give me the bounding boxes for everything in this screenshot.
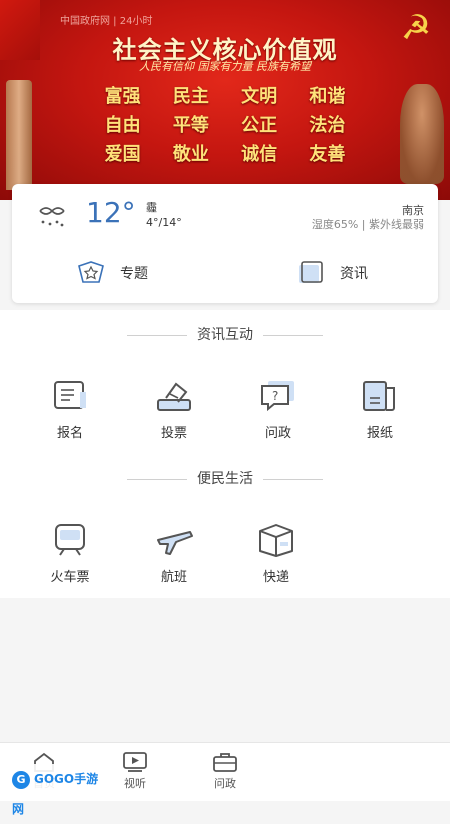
news-link[interactable]: 资讯 (296, 258, 368, 288)
package-box-icon (256, 520, 296, 560)
site-watermark: G GOGO手游网 (8, 764, 107, 816)
grid-label: 航班 (160, 570, 187, 585)
value-word: 自由 (104, 115, 141, 136)
temperature: 12° (86, 196, 136, 229)
airplane-icon (154, 520, 194, 560)
train-icon (50, 520, 90, 560)
value-word: 友善 (309, 144, 346, 165)
nav-label: 问政 (214, 777, 236, 790)
grid-label: 报纸 (366, 426, 393, 441)
values-row-1: 富强 民主 文明 和谐 (0, 82, 450, 108)
star-badge-icon (76, 260, 106, 286)
value-word: 法治 (309, 115, 346, 136)
weather-detail: 湿度65% | 紫外线最弱 (311, 218, 424, 231)
grid-item-flight[interactable]: 航班 (134, 520, 214, 585)
question-chat-icon: ? (258, 376, 298, 416)
divider (127, 334, 187, 336)
value-word: 富强 (104, 86, 141, 107)
grid-item-vote[interactable]: 投票 (134, 376, 214, 441)
value-word: 和谐 (309, 86, 346, 107)
weather-summary: 霾 4°/14° (146, 200, 182, 230)
divider (127, 478, 187, 480)
temperature-range: 4°/14° (146, 216, 182, 229)
grid-label: 投票 (160, 426, 187, 441)
section-title-text: 便民生活 (197, 471, 253, 487)
news-label: 资讯 (340, 266, 368, 282)
banner-ticker: 中国政府网 | 24小时 (60, 16, 153, 27)
grid-label: 报名 (56, 426, 83, 441)
banner-slogan: 人民有信仰 国家有力量 民族有希望 (139, 60, 311, 73)
nav-item-media[interactable]: 视听 (105, 751, 165, 791)
section-title-text: 资讯互动 (197, 327, 253, 343)
nav-label: 视听 (124, 777, 146, 790)
ballot-box-icon (154, 376, 194, 416)
haze-weather-icon (36, 202, 68, 230)
value-word: 爱国 (104, 144, 141, 165)
briefcase-icon (212, 751, 238, 773)
values-row-2: 自由 平等 公正 法治 (0, 111, 450, 137)
value-word: 敬业 (172, 144, 209, 165)
weather-card: 12° 霾 4°/14° 南京 湿度65% | 紫外线最弱 专题 资讯 (12, 184, 438, 303)
value-word: 文明 (241, 86, 278, 107)
nav-item-inquiry[interactable]: 问政 (195, 751, 255, 791)
value-word: 公正 (241, 115, 278, 136)
grid-item-register[interactable]: 报名 (30, 376, 110, 441)
value-word: 民主 (172, 86, 209, 107)
svg-text:?: ? (272, 389, 278, 403)
grid-item-newspaper[interactable]: 报纸 (340, 376, 420, 441)
topic-label: 专题 (120, 266, 148, 282)
divider (263, 334, 323, 336)
newspaper-icon (360, 376, 400, 416)
register-form-icon (50, 376, 90, 416)
value-word: 平等 (172, 115, 209, 136)
section-title-services: 便民生活 (0, 468, 450, 488)
topic-link[interactable]: 专题 (76, 258, 148, 288)
news-icon (296, 260, 326, 286)
weather-condition: 霾 (146, 201, 157, 214)
hero-banner[interactable]: ☭ 中国政府网 | 24小时 社会主义核心价值观 人民有信仰 国家有力量 民族有… (0, 0, 450, 200)
section-title-interaction: 资讯互动 (0, 324, 450, 344)
grid-item-express[interactable]: 快递 (236, 520, 316, 585)
grid-label: 快递 (262, 570, 289, 585)
grid-label: 火车票 (50, 570, 90, 585)
grid-label: 问政 (264, 426, 291, 441)
value-word: 诚信 (241, 144, 278, 165)
grid-item-train-ticket[interactable]: 火车票 (30, 520, 110, 585)
watermark-logo-icon: G (12, 770, 30, 789)
values-row-3: 爱国 敬业 诚信 友善 (0, 140, 450, 166)
grid-item-inquiry[interactable]: ? 问政 (238, 376, 318, 441)
video-play-icon (122, 751, 148, 773)
divider (263, 478, 323, 480)
